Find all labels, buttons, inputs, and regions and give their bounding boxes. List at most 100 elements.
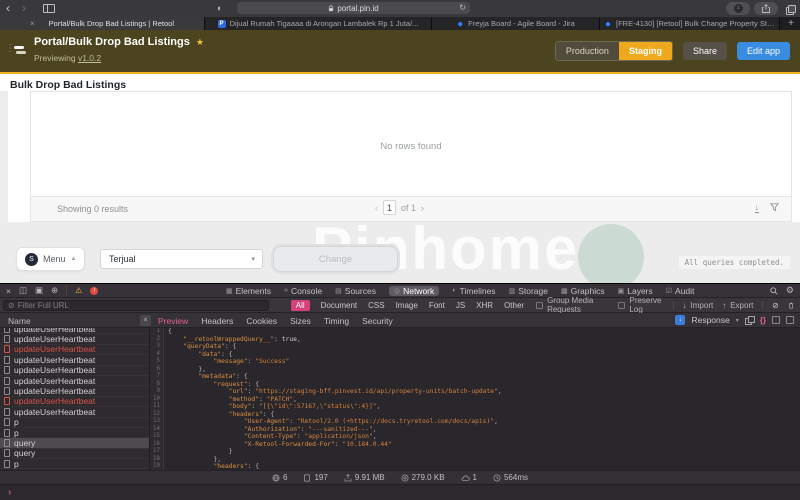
devtools-tab-sources[interactable]: ▤Sources — [335, 286, 376, 296]
avatar: S — [25, 253, 38, 266]
devtools-tab-network[interactable]: ◎Network — [389, 286, 439, 296]
json-code: "method": "PATCH", — [164, 396, 297, 404]
downloads-button[interactable]: ↓ — [726, 2, 750, 15]
devtools-tab-layers[interactable]: ▣Layers — [618, 286, 653, 296]
view-toggle-icon-2[interactable] — [786, 316, 794, 324]
dock-window-icon[interactable]: ▣ — [35, 285, 43, 296]
preserve-log-checkbox[interactable]: Preserve Log — [618, 296, 663, 314]
production-button[interactable]: Production — [556, 42, 619, 60]
devtools-tab-elements[interactable]: ▦Elements — [226, 286, 271, 296]
quick-console[interactable]: › — [0, 484, 800, 500]
menu-button[interactable]: S Menu ▲ — [16, 247, 85, 271]
resource-filter-all[interactable]: All — [291, 300, 310, 311]
request-row[interactable]: query — [0, 438, 149, 448]
query-status: All queries completed. — [679, 256, 790, 269]
inspect-element-icon[interactable]: ⊕ — [51, 285, 58, 296]
warnings-icon[interactable]: ⚠ — [75, 286, 82, 295]
download-csv-icon[interactable]: ↓ — [755, 202, 760, 213]
line-number: 14 — [150, 426, 164, 434]
request-row[interactable]: query — [0, 449, 149, 459]
share-app-button[interactable]: Share — [683, 42, 727, 60]
errors-icon[interactable]: ! — [90, 287, 98, 295]
devtools-panel: × ◫ ▣ ⊕ ⚠ ! ▦Elements »Console ▤Sources ◎Ne… — [0, 283, 800, 500]
dock-side-icon[interactable]: ◫ — [19, 285, 27, 296]
prev-page-icon[interactable]: ‹ — [375, 203, 378, 213]
request-row[interactable]: updateUserHeartbeat — [0, 376, 149, 386]
browser-tab[interactable]: ◆Freyja Board - Agile Board - Jira — [432, 17, 600, 30]
detail-tab-timing[interactable]: Timing — [324, 316, 349, 326]
browser-tab[interactable]: ×Portal/Bulk Drop Bad Listings | Retool — [0, 17, 205, 30]
import-button[interactable]: ↓Import — [683, 301, 714, 310]
version-link[interactable]: v1.0.2 — [78, 53, 101, 63]
request-row[interactable]: p — [0, 418, 149, 428]
request-row[interactable]: updateUserHeartbeat — [0, 386, 149, 396]
resource-filter-css[interactable]: CSS — [368, 301, 384, 310]
devtools-tab-audit[interactable]: ☑Audit — [666, 286, 695, 296]
close-tab-icon[interactable]: × — [30, 19, 35, 28]
new-tab-button[interactable]: + — [782, 17, 800, 30]
devtools-tab-graphics[interactable]: ▩Graphics — [561, 286, 605, 296]
devtools-tab-timelines[interactable]: ◐Timelines — [452, 286, 495, 296]
request-row[interactable]: updateUserHeartbeat — [0, 366, 149, 376]
request-row[interactable]: p — [0, 428, 149, 438]
page-number-input[interactable]: 1 — [383, 200, 396, 215]
detail-tab-security[interactable]: Security — [362, 316, 393, 326]
sidebar-icon[interactable] — [43, 4, 55, 13]
clear-network-icon[interactable] — [788, 301, 794, 310]
retool-logo-icon[interactable] — [14, 46, 26, 56]
detail-tab-sizes[interactable]: Sizes — [290, 316, 311, 326]
gear-icon[interactable]: ⚙ — [786, 285, 794, 296]
detail-tab-preview[interactable]: Preview — [158, 316, 188, 326]
json-code: { — [164, 328, 172, 336]
refresh-icon[interactable]: ↻ — [459, 3, 466, 12]
request-row[interactable]: updateUserHeartbeat — [0, 345, 149, 355]
resource-filter-image[interactable]: Image — [396, 301, 418, 310]
detail-tab-headers[interactable]: Headers — [201, 316, 233, 326]
edit-app-button[interactable]: Edit app — [737, 42, 790, 60]
next-page-icon[interactable]: › — [421, 203, 424, 213]
request-row[interactable]: p — [0, 459, 149, 469]
devtools-tab-storage[interactable]: ▥Storage — [509, 286, 548, 296]
back-icon[interactable]: ‹ — [6, 0, 10, 16]
close-devtools-icon[interactable]: × — [6, 286, 11, 296]
request-name: p — [14, 459, 19, 469]
export-button[interactable]: ↑Export — [722, 301, 753, 310]
change-button[interactable]: Change — [273, 246, 398, 272]
devtools-tab-console[interactable]: »Console — [284, 286, 322, 296]
request-row[interactable]: updateUserHeartbeat — [0, 355, 149, 365]
status-select[interactable]: Terjual ▾ — [100, 249, 263, 269]
name-column-header[interactable]: Name — [8, 316, 31, 326]
status-item: 564ms — [493, 473, 528, 482]
resource-filter-other[interactable]: Other — [504, 301, 524, 310]
pretty-print-icon[interactable]: {} — [760, 316, 766, 325]
browser-tab[interactable]: PDijual Rumah Tigaaaa di Arongan Lambale… — [205, 17, 432, 30]
browser-tab[interactable]: ◆[FRE-4130] [Retool] Bulk Change Propert… — [600, 17, 780, 30]
response-dropdown[interactable]: Response — [691, 315, 729, 325]
request-row[interactable]: updateUserHeartbeat — [0, 397, 149, 407]
view-toggle-icon-1[interactable] — [772, 316, 780, 324]
detail-tab-cookies[interactable]: Cookies — [246, 316, 277, 326]
disable-cache-icon[interactable]: ⊘ — [772, 301, 779, 310]
staging-button[interactable]: Staging — [619, 42, 672, 60]
tab-overview-button[interactable] — [782, 2, 798, 15]
forward-icon[interactable]: › — [22, 0, 26, 16]
reader-mode-icon[interactable]: ◐ — [217, 3, 222, 13]
resource-filter-js[interactable]: JS — [456, 301, 465, 310]
search-icon[interactable] — [770, 287, 778, 295]
resource-filter-document[interactable]: Document — [321, 301, 357, 310]
status-item: 197 — [303, 473, 327, 482]
resource-filter-xhr[interactable]: XHR — [476, 301, 493, 310]
share-button[interactable] — [754, 2, 778, 15]
filter-input[interactable]: ⊘ Filter Full URL — [3, 300, 269, 311]
group-media-checkbox[interactable]: Group Media Requests — [536, 296, 618, 314]
favorite-star-icon[interactable]: ★ — [196, 37, 204, 48]
url-bar[interactable]: portal.pin.id ↻ — [237, 2, 470, 14]
resource-filter-font[interactable]: Font — [429, 301, 445, 310]
copy-icon[interactable] — [745, 316, 754, 325]
request-row[interactable]: updateUserHeartbeat — [0, 407, 149, 417]
json-line: 10 "method": "PATCH", — [150, 396, 800, 404]
filter-icon[interactable] — [770, 203, 779, 212]
request-row[interactable]: updateUserHeartbeat — [0, 334, 149, 344]
environment-toggle: Production Staging — [555, 41, 673, 61]
close-detail-icon[interactable]: × — [140, 315, 151, 326]
